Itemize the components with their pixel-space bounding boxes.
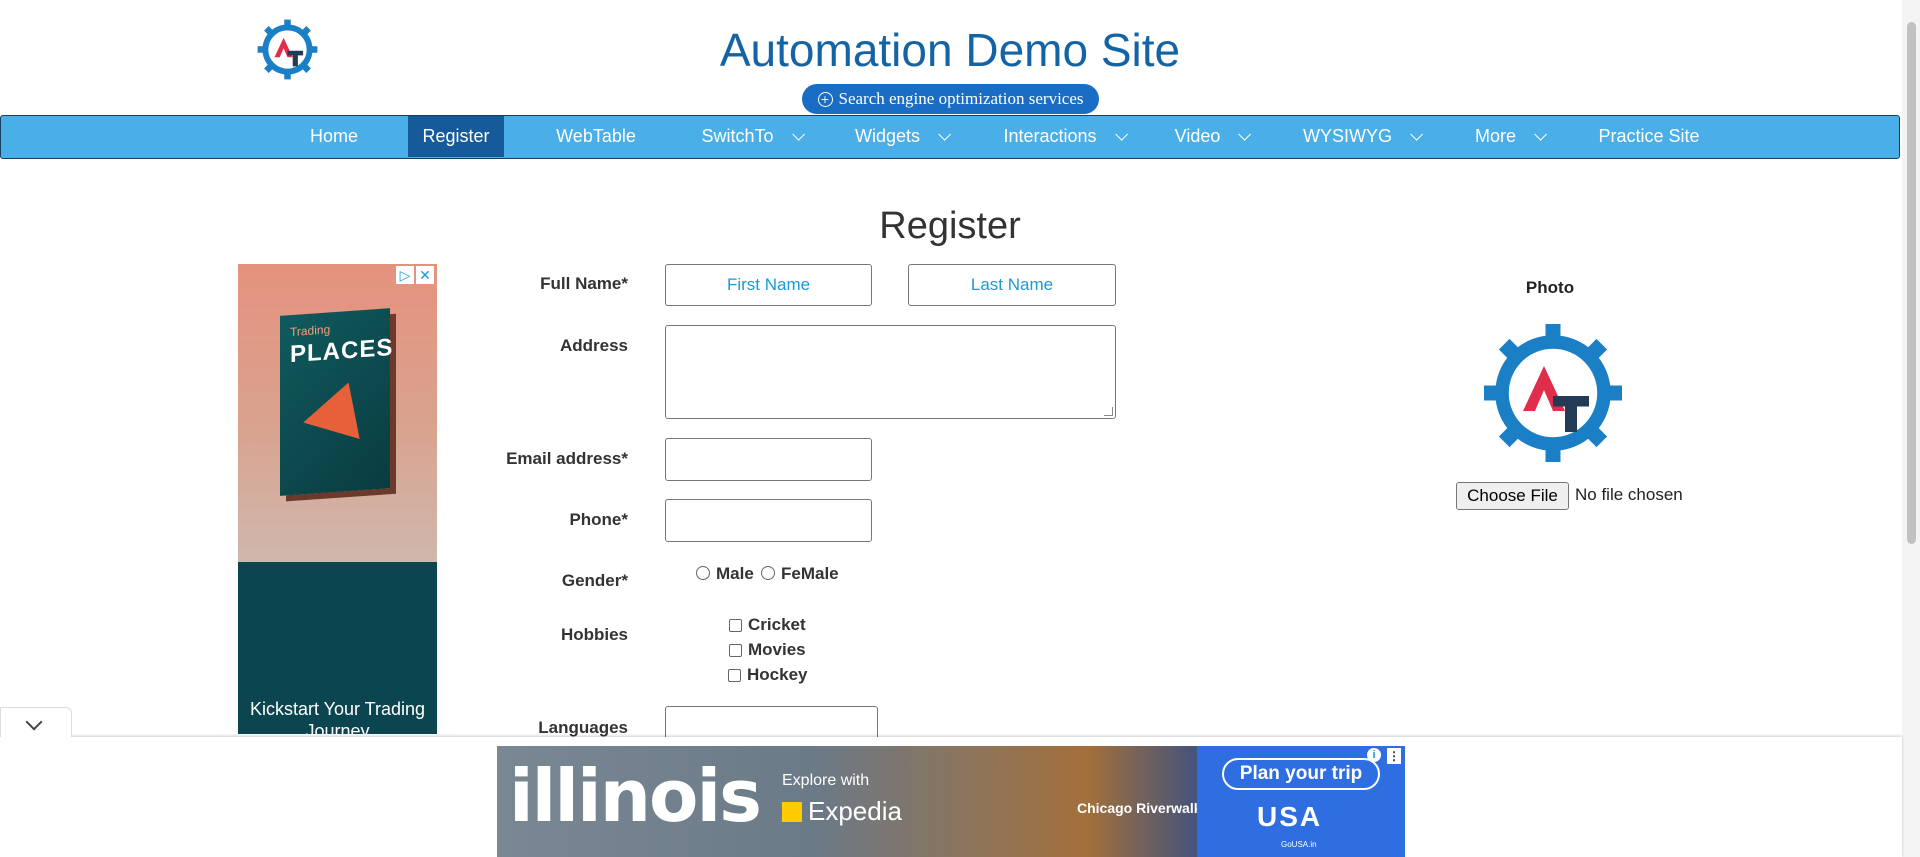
gender-label: Gender* bbox=[561, 571, 628, 590]
gender-female-radio[interactable] bbox=[761, 566, 775, 580]
email-label: Email address* bbox=[506, 449, 628, 468]
adchoices-icon[interactable]: ▷ bbox=[396, 266, 414, 284]
chevron-down-icon bbox=[1238, 128, 1252, 141]
nav-more[interactable]: More bbox=[1464, 116, 1554, 157]
photo-preview-logo-icon bbox=[1484, 324, 1622, 462]
hobby-hockey-label: Hockey bbox=[747, 665, 808, 684]
ad-arrow-graphic bbox=[303, 374, 377, 440]
gender-female-label: FeMale bbox=[781, 564, 839, 583]
gender-male-radio[interactable] bbox=[696, 566, 710, 580]
hobbies-label: Hobbies bbox=[560, 625, 628, 644]
chevron-down-icon bbox=[1534, 128, 1547, 141]
chevron-down-icon bbox=[938, 128, 952, 141]
ad-book-cover: Trading PLACES bbox=[280, 308, 394, 496]
email-input[interactable] bbox=[665, 438, 872, 481]
ad-place-text: Chicago Riverwalk bbox=[1077, 800, 1202, 816]
ad-book-title: PLACES bbox=[290, 333, 394, 369]
chevron-down-icon bbox=[1410, 128, 1423, 141]
address-textarea[interactable] bbox=[665, 325, 1116, 419]
address-label: Address bbox=[559, 336, 628, 355]
nav-home[interactable]: Home bbox=[294, 116, 374, 157]
nav-label: Home bbox=[309, 126, 358, 146]
languages-label: Languages bbox=[538, 718, 628, 737]
nav-label: SwitchTo bbox=[701, 126, 774, 146]
phone-input[interactable] bbox=[665, 499, 872, 542]
nav-interactions[interactable]: Interactions bbox=[996, 116, 1131, 157]
page-title: Register bbox=[879, 205, 1021, 247]
ad-brand-text: illinois bbox=[509, 754, 762, 838]
nav-label: Widgets bbox=[854, 126, 921, 146]
nav-label: Interactions bbox=[1003, 126, 1097, 146]
nav-video[interactable]: Video bbox=[1166, 116, 1256, 157]
ad-usa-logo: USA bbox=[1257, 801, 1323, 832]
nav-register[interactable]: Register bbox=[408, 116, 504, 157]
hobby-movies-checkbox[interactable] bbox=[729, 644, 742, 657]
scrollbar-thumb[interactable] bbox=[1907, 22, 1916, 544]
site-title: Automation Demo Site bbox=[719, 24, 1181, 76]
nav-label: WYSIWYG bbox=[1303, 126, 1392, 146]
nav-switchto[interactable]: SwitchTo bbox=[691, 116, 811, 157]
page-scrollbar[interactable] bbox=[1902, 0, 1920, 857]
nav-label: WebTable bbox=[556, 126, 636, 146]
hobby-cricket-checkbox[interactable] bbox=[729, 619, 742, 632]
file-status: No file chosen bbox=[1575, 485, 1683, 504]
phone-label: Phone* bbox=[569, 510, 628, 529]
seo-services-link[interactable]: + Search engine optimization services bbox=[802, 84, 1099, 114]
nav-label: Video bbox=[1174, 126, 1221, 146]
collapse-ad-button[interactable] bbox=[0, 707, 72, 737]
first-name-input[interactable]: First Name bbox=[665, 264, 872, 306]
ad-expedia: Expedia bbox=[782, 796, 902, 827]
gender-male-label: Male bbox=[716, 564, 754, 583]
nav-wysiwyg[interactable]: WYSIWYG bbox=[1296, 116, 1426, 157]
ad-book-subtitle: Trading bbox=[290, 322, 331, 340]
nav-widgets[interactable]: Widgets bbox=[846, 116, 956, 157]
ad-explore-text: Explore with bbox=[782, 772, 870, 789]
ad-image: Trading PLACES bbox=[238, 264, 437, 562]
left-advertisement[interactable]: Trading PLACES Kickstart Your Trading Jo… bbox=[238, 264, 437, 734]
ad-expedia-label: Expedia bbox=[808, 796, 902, 826]
choose-file-button[interactable]: Choose File bbox=[1456, 482, 1569, 510]
bottom-advertisement[interactable]: illinois Explore with Expedia Chicago Ri… bbox=[497, 746, 1405, 857]
ad-cta-button[interactable]: Plan your trip bbox=[1222, 758, 1380, 790]
chevron-down-icon bbox=[791, 128, 805, 141]
hobby-cricket-label: Cricket bbox=[748, 615, 806, 634]
nav-label: Practice Site bbox=[1598, 126, 1700, 146]
resize-handle-icon[interactable] bbox=[1104, 407, 1113, 416]
chevron-down-icon bbox=[25, 713, 43, 731]
hobby-movies-label: Movies bbox=[748, 640, 806, 659]
photo-label: Photo bbox=[1525, 278, 1575, 297]
seo-link-label: Search engine optimization services bbox=[838, 89, 1084, 108]
chevron-down-icon bbox=[1114, 128, 1128, 141]
ad-info-icon[interactable]: i bbox=[1367, 748, 1381, 762]
nav-label: Register bbox=[422, 126, 490, 146]
full-name-label: Full Name* bbox=[540, 274, 628, 293]
ad-menu-icon[interactable]: ⋮ bbox=[1387, 748, 1401, 764]
last-name-input[interactable]: Last Name bbox=[908, 264, 1116, 306]
ad-caption: Kickstart Your Trading Journey bbox=[249, 699, 426, 734]
nav-label: More bbox=[1474, 126, 1516, 146]
close-icon[interactable]: ✕ bbox=[416, 266, 434, 284]
plus-circle-icon: + bbox=[817, 91, 833, 107]
nav-webtable[interactable]: WebTable bbox=[541, 116, 651, 157]
expedia-logo-icon bbox=[782, 801, 802, 822]
main-navbar: Home Register WebTable SwitchTo Widgets … bbox=[0, 115, 1900, 159]
ad-gousa-text: GoUSA.in bbox=[1281, 840, 1317, 849]
ad-controls: ▷ ✕ bbox=[396, 266, 434, 284]
nav-practice-site[interactable]: Practice Site bbox=[1589, 116, 1709, 157]
hobby-hockey-checkbox[interactable] bbox=[728, 669, 741, 682]
